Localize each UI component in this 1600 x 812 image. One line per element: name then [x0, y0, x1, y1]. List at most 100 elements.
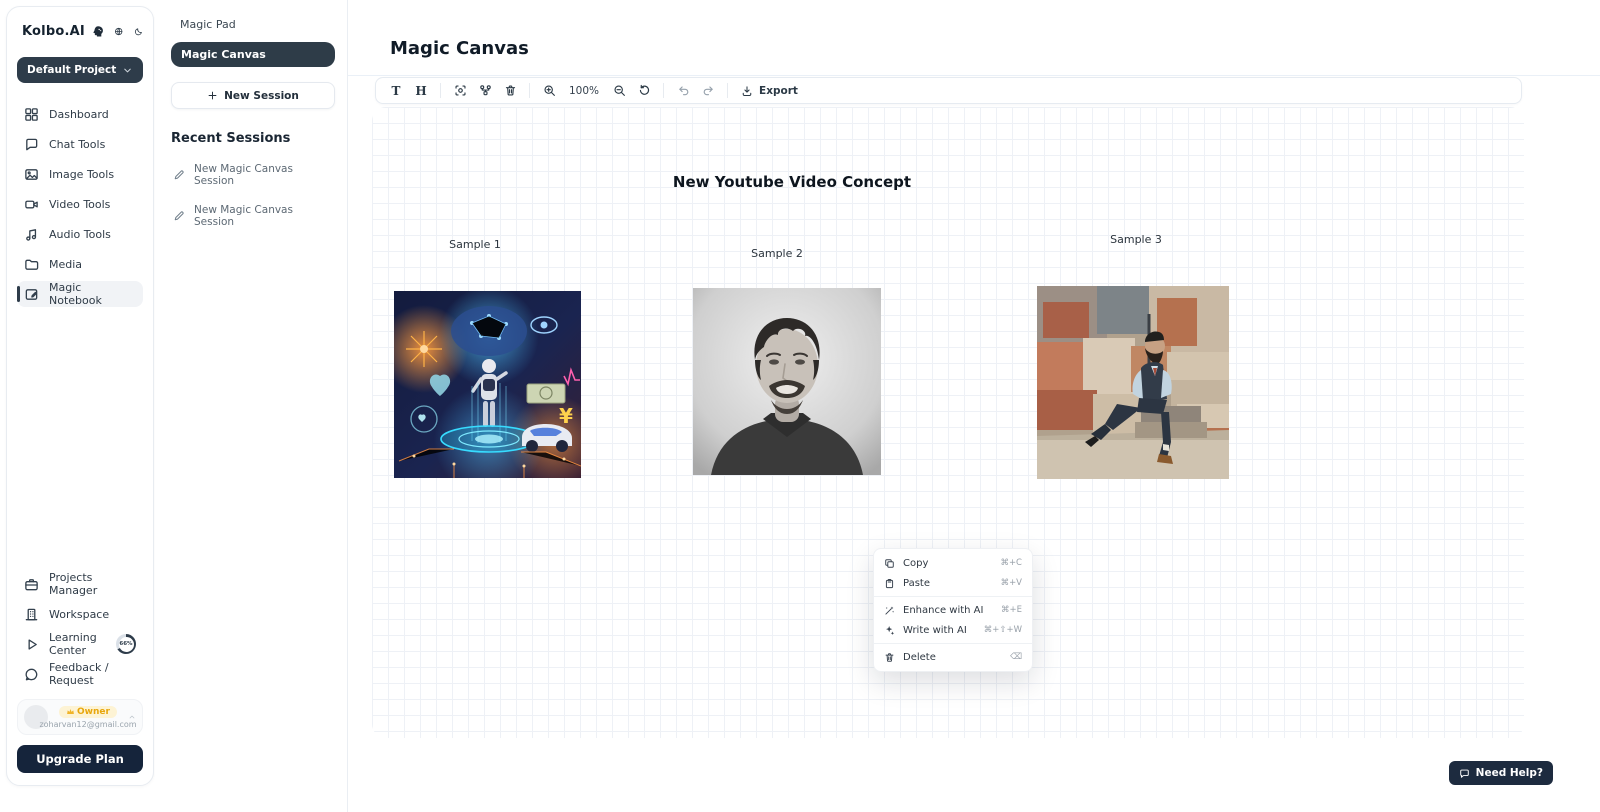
- sample-1-image[interactable]: ¥: [394, 291, 581, 478]
- sidebar-item-label: Media: [49, 258, 82, 271]
- sidebar-item-learning-center[interactable]: Learning Center 66%: [17, 631, 143, 657]
- sparkles-icon: [884, 625, 895, 636]
- header-divider: [348, 75, 1600, 76]
- magic-canvas-grid[interactable]: New Youtube Video Concept Sample 1 Sampl…: [372, 107, 1524, 738]
- new-session-button[interactable]: New Session: [171, 82, 335, 109]
- chat-bubble-icon: [24, 137, 39, 152]
- plus-icon: [207, 90, 218, 101]
- sidebar-footer-nav: Projects Manager Workspace Learning Cent…: [17, 571, 143, 687]
- sidebar-item-media[interactable]: Media: [17, 251, 143, 277]
- upgrade-plan-button[interactable]: Upgrade Plan: [17, 745, 143, 773]
- context-menu-enhance-with-ai[interactable]: Enhance with AI ⌘+E: [874, 600, 1032, 620]
- pencil-icon: [173, 210, 185, 222]
- need-help-label: Need Help?: [1476, 767, 1543, 779]
- capture-frame-icon: [454, 84, 467, 97]
- sidebar-item-chat-tools[interactable]: Chat Tools: [17, 131, 143, 157]
- svg-text:¥: ¥: [559, 404, 573, 428]
- sidebar-item-audio-tools[interactable]: Audio Tools: [17, 221, 143, 247]
- new-session-label: New Session: [224, 90, 299, 102]
- help-chat-icon: [1459, 768, 1470, 779]
- workflow-tool-button[interactable]: [474, 80, 496, 101]
- sample-3-image[interactable]: [1037, 286, 1229, 479]
- export-label: Export: [759, 85, 798, 97]
- zoom-level: 100%: [563, 85, 605, 97]
- brand-logo: Kolbo.AI: [22, 24, 85, 39]
- main-content: Magic Canvas T H 100%: [348, 0, 1600, 812]
- user-info: Owner zoharvan12@gmail.com: [54, 706, 122, 729]
- building-icon: [24, 607, 39, 622]
- dashboard-grid-icon: [24, 107, 39, 122]
- project-selector[interactable]: Default Project: [17, 57, 143, 83]
- toolbar-divider: [727, 83, 728, 98]
- download-icon: [741, 85, 753, 97]
- session-list-item[interactable]: New Magic Canvas Session: [171, 163, 335, 187]
- undo-icon: [677, 84, 690, 97]
- toolbar-divider: [663, 83, 664, 98]
- heading-tool-icon: H: [415, 84, 426, 98]
- undo-button[interactable]: [672, 80, 694, 101]
- feedback-bubble-icon: [24, 667, 39, 682]
- language-globe-icon[interactable]: [114, 25, 123, 38]
- sidebar-item-dashboard[interactable]: Dashboard: [17, 101, 143, 127]
- bw-portrait-art: [693, 288, 881, 475]
- magic-pad-item[interactable]: Magic Pad: [171, 14, 335, 35]
- sidebar-item-label: Projects Manager: [49, 571, 136, 597]
- sample-3-label[interactable]: Sample 3: [1110, 233, 1162, 246]
- export-button[interactable]: Export: [736, 85, 803, 97]
- toolbar-divider: [529, 83, 530, 98]
- reset-view-button[interactable]: [633, 80, 655, 101]
- chevron-down-icon: [122, 65, 133, 76]
- owner-badge-label: Owner: [77, 707, 110, 717]
- sidebar-item-feedback-request[interactable]: Feedback / Request: [17, 661, 143, 687]
- sidebar-item-label: Chat Tools: [49, 138, 105, 151]
- play-icon: [24, 637, 39, 652]
- workflow-nodes-icon: [479, 84, 492, 97]
- sidebar-item-label: Dashboard: [49, 108, 109, 121]
- sidebar-item-magic-notebook[interactable]: Magic Notebook: [17, 281, 143, 307]
- sidebar-item-label: Video Tools: [49, 198, 110, 211]
- sidebar-item-video-tools[interactable]: Video Tools: [17, 191, 143, 217]
- sample-2-image[interactable]: [693, 288, 881, 475]
- owner-badge: Owner: [59, 706, 117, 718]
- music-note-icon: [24, 227, 39, 242]
- heading-tool-button[interactable]: H: [410, 80, 432, 101]
- sidebar-item-label: Magic Notebook: [49, 281, 136, 307]
- context-menu-delete[interactable]: Delete ⌫: [874, 647, 1032, 667]
- project-selector-label: Default Project: [27, 64, 116, 76]
- zoom-out-button[interactable]: [608, 80, 630, 101]
- sidebar-item-projects-manager[interactable]: Projects Manager: [17, 571, 143, 597]
- canvas-heading-text[interactable]: New Youtube Video Concept: [673, 173, 911, 191]
- copy-icon: [884, 558, 895, 569]
- user-account-chip[interactable]: Owner zoharvan12@gmail.com: [17, 699, 143, 735]
- canvas-toolbar: T H 100% Export: [375, 77, 1522, 104]
- recent-sessions-title: Recent Sessions: [171, 131, 335, 146]
- capture-tool-button[interactable]: [449, 80, 471, 101]
- learning-progress-value: 66%: [119, 637, 134, 652]
- context-menu-write-with-ai[interactable]: Write with AI ⌘+⇧+W: [874, 620, 1032, 640]
- toolbar-divider: [440, 83, 441, 98]
- session-list-item[interactable]: New Magic Canvas Session: [171, 204, 335, 228]
- context-menu-copy[interactable]: Copy ⌘+C: [874, 553, 1032, 573]
- media-folder-icon: [24, 257, 39, 272]
- menu-divider: [874, 643, 1032, 644]
- text-tool-button[interactable]: T: [385, 80, 407, 101]
- magic-canvas-item[interactable]: Magic Canvas: [171, 42, 335, 67]
- video-camera-icon: [24, 197, 39, 212]
- sidebar-spacer: [17, 307, 143, 553]
- delete-tool-button[interactable]: [499, 80, 521, 101]
- zoom-in-button[interactable]: [538, 80, 560, 101]
- sample-1-label[interactable]: Sample 1: [449, 238, 501, 251]
- paste-clipboard-icon: [884, 578, 895, 589]
- menu-item-label: Write with AI: [903, 625, 976, 636]
- sidebar-item-label: Learning Center: [49, 631, 104, 657]
- context-menu-paste[interactable]: Paste ⌘+V: [874, 573, 1032, 593]
- sidebar-item-workspace[interactable]: Workspace: [17, 601, 143, 627]
- need-help-button[interactable]: Need Help?: [1449, 761, 1553, 785]
- menu-item-shortcut: ⌘+V: [1001, 578, 1022, 588]
- page-title: Magic Canvas: [390, 38, 529, 59]
- dark-mode-moon-icon[interactable]: [134, 25, 143, 38]
- redo-button[interactable]: [697, 80, 719, 101]
- menu-divider: [874, 596, 1032, 597]
- sample-2-label[interactable]: Sample 2: [751, 247, 803, 260]
- sidebar-item-image-tools[interactable]: Image Tools: [17, 161, 143, 187]
